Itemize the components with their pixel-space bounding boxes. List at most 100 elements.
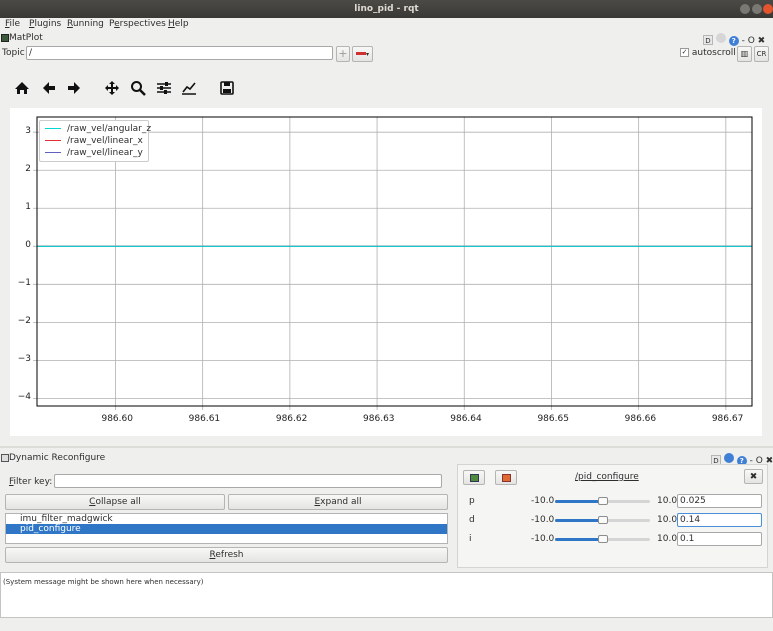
autoscroll-label: autoscroll [691, 48, 736, 58]
status-message: (System message might be shown here when… [3, 578, 204, 586]
close-node-config-button[interactable]: ✖ [744, 469, 763, 484]
pause-icon: ▥ [740, 49, 749, 58]
menu-file[interactable]: File [5, 19, 20, 29]
refresh-button[interactable]: Refresh [5, 547, 448, 563]
plot-plugin-icon [1, 33, 9, 42]
menu-help[interactable]: Help [168, 19, 189, 29]
node-tree: imu_filter_madgwick pid_configure [5, 513, 448, 544]
param-name: d [469, 515, 475, 525]
reconfigure-plugin-icon [1, 453, 9, 462]
dock-toggle-icon[interactable]: D [703, 35, 713, 45]
legend-label: /raw_vel/linear_x [67, 136, 143, 146]
y-tick-label: −4 [17, 392, 31, 403]
window-title: lino_pid - rqt [354, 4, 419, 14]
legend-entry: /raw_vel/linear_x [45, 136, 143, 146]
param-max: 10.0 [657, 515, 678, 525]
menu-plugins[interactable]: Plugins [29, 19, 61, 29]
param-max: 10.0 [657, 496, 678, 506]
param-name: p [469, 496, 475, 506]
home-icon[interactable] [14, 80, 30, 96]
minus-icon [355, 52, 366, 55]
minimize-window-button[interactable] [740, 4, 750, 14]
help-icon[interactable]: ? [728, 36, 739, 46]
param-slider-handle[interactable] [597, 535, 608, 543]
x-tick-label: 986.63 [363, 414, 395, 424]
plot-canvas[interactable]: 986.60 986.61 986.62 986.63 986.64 986.65 986.… [10, 108, 762, 436]
x-tick-label: 986.60 [101, 414, 133, 424]
y-tick-label: 1 [25, 202, 31, 213]
save-figure-icon[interactable] [219, 80, 235, 96]
forward-arrow-icon[interactable] [66, 80, 82, 96]
dynreconf-header: Dynamic Reconfigure [1, 453, 105, 463]
splitter-handle[interactable] [0, 446, 773, 448]
param-slider-handle[interactable] [597, 497, 608, 505]
param-value-input[interactable]: 0.14 [677, 513, 762, 527]
close-icon: ✖ [749, 472, 758, 482]
status-panel: (System message might be shown here when… [0, 572, 773, 618]
y-tick-label: −1 [17, 278, 31, 289]
node-list-item[interactable]: pid_configure [6, 524, 447, 534]
load-config-icon [501, 473, 511, 482]
menu-perspectives[interactable]: Perspectives [109, 19, 166, 29]
legend-swatch [45, 140, 61, 141]
x-tick-label: 986.66 [624, 414, 657, 424]
x-tick-label: 986.67 [711, 414, 744, 424]
dynreconf-title: Dynamic Reconfigure [9, 453, 106, 463]
legend-entry: /raw_vel/angular_z [45, 124, 151, 134]
filter-key-input[interactable] [54, 474, 442, 488]
plus-icon: + [338, 47, 348, 60]
plugin-window-controls[interactable]: - O ✖ [742, 36, 766, 46]
x-tick-label: 986.65 [537, 414, 569, 424]
checkbox-checked-icon: ✓ [680, 48, 689, 57]
edit-curves-icon[interactable] [181, 80, 197, 96]
param-value-input[interactable]: 0.025 [677, 494, 762, 508]
pause-button[interactable]: ▥ [737, 46, 752, 62]
expand-all-button[interactable]: Expand all [228, 494, 448, 510]
gear-icon[interactable] [715, 33, 726, 43]
param-name: i [469, 534, 472, 544]
node-list: imu_filter_madgwick pid_configure [6, 514, 447, 534]
x-tick-label: 986.64 [450, 414, 482, 424]
node-config-panel: /pid_configure ✖ p -10.0 10.0 0.025 d -10.0 10… [457, 464, 768, 568]
matplot-title: MatPlot [9, 33, 43, 43]
param-value-input[interactable]: 0.1 [677, 532, 762, 546]
chart-legend: /raw_vel/angular_z/raw_vel/linear_x/raw_… [39, 120, 151, 162]
param-slider-fill [555, 538, 603, 541]
save-config-button[interactable] [463, 470, 485, 485]
clear-icon: CR [756, 50, 767, 58]
zoom-icon[interactable] [130, 80, 146, 96]
collapse-all-button[interactable]: Collapse all [5, 494, 225, 510]
x-tick-label: 986.61 [188, 414, 221, 424]
remove-topic-button[interactable]: ▾ [352, 46, 373, 62]
topic-input[interactable]: / [26, 46, 333, 60]
y-tick-label: −3 [17, 354, 31, 365]
matplot-header: MatPlot [1, 33, 43, 43]
close-window-button[interactable] [763, 4, 773, 14]
param-min: -10.0 [531, 515, 555, 525]
legend-label: /raw_vel/angular_z [67, 124, 152, 134]
clear-button[interactable]: CR [754, 46, 769, 62]
param-slider-fill [555, 519, 604, 522]
pan-move-icon[interactable] [104, 80, 120, 96]
y-tick-label: 3 [25, 126, 31, 137]
param-min: -10.0 [531, 496, 555, 506]
back-arrow-icon[interactable] [41, 80, 57, 96]
add-topic-button[interactable]: + [336, 46, 350, 62]
autoscroll-checkbox[interactable]: ✓ autoscroll [680, 48, 736, 58]
node-list-item[interactable]: imu_filter_madgwick [6, 514, 447, 524]
param-max: 10.0 [657, 534, 678, 544]
param-min: -10.0 [531, 534, 555, 544]
maximize-window-button[interactable] [752, 4, 762, 14]
legend-swatch [45, 152, 61, 153]
menu-running[interactable]: Running [67, 19, 104, 29]
legend-entry: /raw_vel/linear_y [45, 148, 143, 158]
menubar: File Plugins Running Perspectives Help [0, 18, 773, 32]
configure-subplots-icon[interactable] [156, 80, 172, 96]
y-tick-label: −2 [17, 316, 31, 327]
param-slider-handle[interactable] [598, 516, 609, 524]
legend-swatch [45, 128, 61, 129]
gear-icon[interactable] [723, 453, 734, 463]
matplot-plugin-controls: D ? - O ✖ [703, 33, 765, 46]
load-config-button[interactable] [495, 470, 517, 485]
y-tick-label: 2 [25, 164, 31, 175]
